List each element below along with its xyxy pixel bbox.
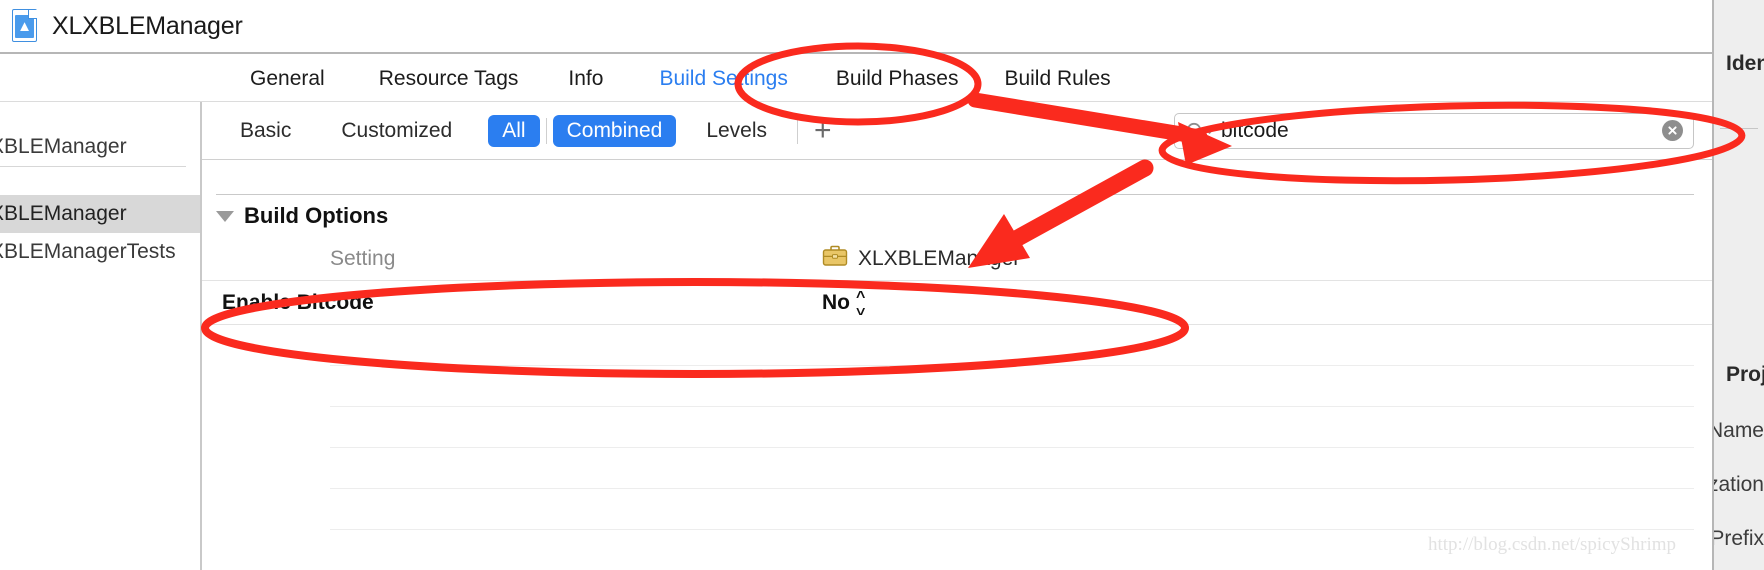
inspector-field-project-name: Project Name (1714, 419, 1764, 442)
clear-circle-icon[interactable] (1662, 120, 1683, 141)
filter-divider-2 (797, 117, 799, 144)
table-row (330, 448, 1694, 489)
sidebar-item-project[interactable]: XBLEManager (0, 128, 200, 166)
title-bar: ▲ XLXBLEManager (0, 0, 1712, 54)
settings-group-title: Build Options (244, 203, 389, 228)
column-header-target-name: XLXBLEManager (858, 246, 1021, 270)
plus-icon[interactable]: + (804, 115, 842, 146)
column-header-setting: Setting (330, 246, 396, 270)
sidebar-item-label: XBLEManager (0, 202, 127, 225)
sidebar-item-label: XBLEManagerTests (0, 240, 176, 263)
search-icon[interactable] (1185, 121, 1215, 141)
tab-resource-tags[interactable]: Resource Tags (377, 67, 521, 91)
filter-divider (545, 117, 547, 144)
project-targets-sidebar: XBLEManager XBLEManager XBLEManagerTests (0, 102, 202, 570)
column-header-target: XLXBLEManager (822, 244, 1020, 273)
table-row[interactable]: Enable Bitcode No ^ ^ (202, 281, 1712, 325)
inspector-field-class-prefix: Class Prefix (1714, 527, 1764, 550)
table-column-header: Setting XLXBLEManager (202, 237, 1712, 281)
tab-build-settings[interactable]: Build Settings (657, 67, 789, 91)
briefcase-icon (822, 244, 848, 273)
sidebar-item-target-tests[interactable]: XBLEManagerTests (0, 233, 200, 271)
page-title: XLXBLEManager (52, 11, 243, 40)
sidebar-item-target-app[interactable]: XBLEManager (0, 195, 200, 233)
watermark: http://blog.csdn.net/spicyShrimp (1428, 534, 1677, 555)
filter-basic[interactable]: Basic (226, 115, 305, 147)
table-row (330, 489, 1694, 530)
tab-info[interactable]: Info (566, 67, 605, 91)
inspector-project-header: Project (1726, 363, 1764, 386)
table-row (330, 407, 1694, 448)
editor-tab-bar: General Resource Tags Info Build Setting… (0, 56, 1712, 102)
tab-general[interactable]: General (248, 67, 327, 91)
build-settings-table: Build Options Setting XLXBLEManager Enab… (202, 160, 1712, 570)
search-input[interactable]: bitcode (1221, 119, 1662, 143)
xcode-project-editor-window: ▲ XLXBLEManager General Resource Tags In… (0, 0, 1764, 570)
table-row (330, 366, 1694, 407)
search-field-wrapper: bitcode (1174, 112, 1694, 149)
search-field[interactable]: bitcode (1174, 112, 1694, 149)
triangle-down-icon[interactable] (216, 210, 234, 222)
filter-combined[interactable]: Combined (552, 114, 677, 147)
utilities-inspector-panel: Identity Project Project Name Organizati… (1712, 0, 1764, 570)
stepper-icon[interactable]: ^ ^ (856, 289, 865, 316)
tab-build-phases[interactable]: Build Phases (834, 67, 961, 91)
filter-customized[interactable]: Customized (327, 115, 466, 147)
filter-all[interactable]: All (488, 114, 540, 147)
setting-name-enable-bitcode: Enable Bitcode (222, 290, 374, 314)
setting-value-text: No (822, 290, 850, 314)
inspector-identity-header: Identity (1726, 52, 1764, 75)
table-row (330, 325, 1694, 366)
sidebar-item-label: XBLEManager (0, 135, 127, 158)
build-settings-filter-bar: Basic Customized All Combined Levels + b… (202, 102, 1712, 160)
setting-value-enable-bitcode[interactable]: No ^ ^ (822, 289, 865, 316)
settings-group-header[interactable]: Build Options (202, 195, 1712, 237)
tab-build-rules[interactable]: Build Rules (1002, 67, 1112, 91)
filter-levels[interactable]: Levels (692, 115, 781, 147)
xcode-project-icon: ▲ (11, 9, 39, 43)
inspector-field-organization: Organization (1714, 473, 1764, 496)
